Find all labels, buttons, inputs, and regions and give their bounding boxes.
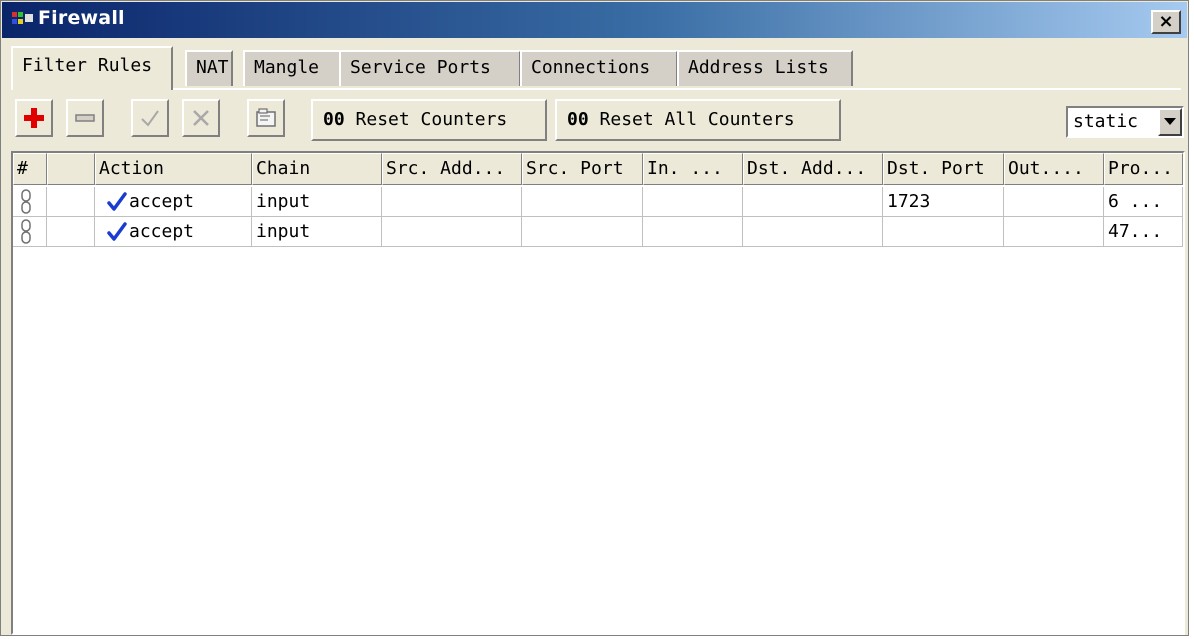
chevron-down-icon xyxy=(1164,118,1176,125)
winbox-app-icon xyxy=(12,10,34,28)
row-src-address xyxy=(382,217,522,247)
tab-divider xyxy=(11,88,1181,90)
tab-mangle[interactable]: Mangle xyxy=(243,50,341,86)
row-action: accept xyxy=(95,217,252,247)
tab-service-ports[interactable]: Service Ports xyxy=(339,50,521,86)
remove-icon xyxy=(75,114,95,122)
column-header-action[interactable]: Action xyxy=(95,153,252,185)
row-src-address xyxy=(382,187,522,217)
toolbar: 00 Reset Counters 00 Reset All Counters … xyxy=(11,96,1185,148)
row-protocol: 6 ... xyxy=(1104,187,1183,217)
dropdown-arrow-button[interactable] xyxy=(1158,108,1182,136)
rules-table: # Action Chain Src. Add... Src. Port In.… xyxy=(11,151,1185,635)
window-title: Firewall xyxy=(38,7,125,29)
row-flags xyxy=(47,217,95,247)
column-header-dst-port[interactable]: Dst. Port xyxy=(883,153,1004,185)
counter-icon: 00 xyxy=(323,109,345,130)
chain-link-icon xyxy=(21,189,31,214)
table-header: # Action Chain Src. Add... Src. Port In.… xyxy=(13,153,1183,185)
tab-nat[interactable]: NAT xyxy=(185,50,233,86)
remove-button[interactable] xyxy=(66,99,104,137)
reset-counters-button[interactable]: 00 Reset Counters xyxy=(311,99,547,141)
column-header-protocol[interactable]: Pro... xyxy=(1104,153,1183,185)
disable-button[interactable] xyxy=(182,99,220,137)
row-dst-port xyxy=(883,217,1004,247)
column-header-src-address[interactable]: Src. Add... xyxy=(382,153,522,185)
firewall-window: Firewall × Filter Rules NAT Mangle Servi… xyxy=(0,0,1189,636)
row-out-interface xyxy=(1004,217,1104,247)
filter-value: static xyxy=(1073,111,1139,132)
row-marker xyxy=(13,187,47,217)
tab-connections[interactable]: Connections xyxy=(520,50,678,86)
accept-check-icon xyxy=(107,222,127,241)
comment-icon xyxy=(256,108,276,127)
row-dst-address xyxy=(743,187,883,217)
row-protocol: 47... xyxy=(1104,217,1183,247)
tab-address-lists[interactable]: Address Lists xyxy=(677,50,853,86)
accept-check-icon xyxy=(107,192,127,211)
row-flags xyxy=(47,187,95,217)
column-header-out-interface[interactable]: Out.... xyxy=(1004,153,1104,185)
column-header-number[interactable]: # xyxy=(13,153,47,185)
close-icon: × xyxy=(1158,11,1174,32)
column-header-flags[interactable] xyxy=(47,153,95,185)
tab-filter-rules[interactable]: Filter Rules xyxy=(11,46,173,90)
filter-dropdown[interactable]: static xyxy=(1066,106,1184,138)
column-header-in-interface[interactable]: In. ... xyxy=(643,153,743,185)
comment-button[interactable] xyxy=(247,99,285,137)
row-in-interface xyxy=(643,187,743,217)
enable-button[interactable] xyxy=(131,99,169,137)
add-icon xyxy=(24,108,44,128)
add-button[interactable] xyxy=(15,99,53,137)
row-dst-address xyxy=(743,217,883,247)
row-in-interface xyxy=(643,217,743,247)
table-row[interactable]: accept input 47... xyxy=(13,217,1183,247)
enable-icon xyxy=(141,110,159,127)
row-out-interface xyxy=(1004,187,1104,217)
chain-link-icon xyxy=(21,219,31,244)
close-button[interactable]: × xyxy=(1151,10,1181,34)
title-bar[interactable]: Firewall × xyxy=(2,2,1187,38)
row-dst-port: 1723 xyxy=(883,187,1004,217)
disable-icon xyxy=(193,110,209,126)
reset-all-counters-button[interactable]: 00 Reset All Counters xyxy=(555,99,841,141)
row-chain: input xyxy=(252,187,382,217)
column-header-chain[interactable]: Chain xyxy=(252,153,382,185)
row-chain: input xyxy=(252,217,382,247)
row-action: accept xyxy=(95,187,252,217)
counter-icon: 00 xyxy=(567,109,589,130)
row-src-port xyxy=(522,217,643,247)
column-header-dst-address[interactable]: Dst. Add... xyxy=(743,153,883,185)
row-src-port xyxy=(522,187,643,217)
table-row[interactable]: accept input 1723 6 ... xyxy=(13,187,1183,217)
column-header-src-port[interactable]: Src. Port xyxy=(522,153,643,185)
row-marker xyxy=(13,217,47,247)
